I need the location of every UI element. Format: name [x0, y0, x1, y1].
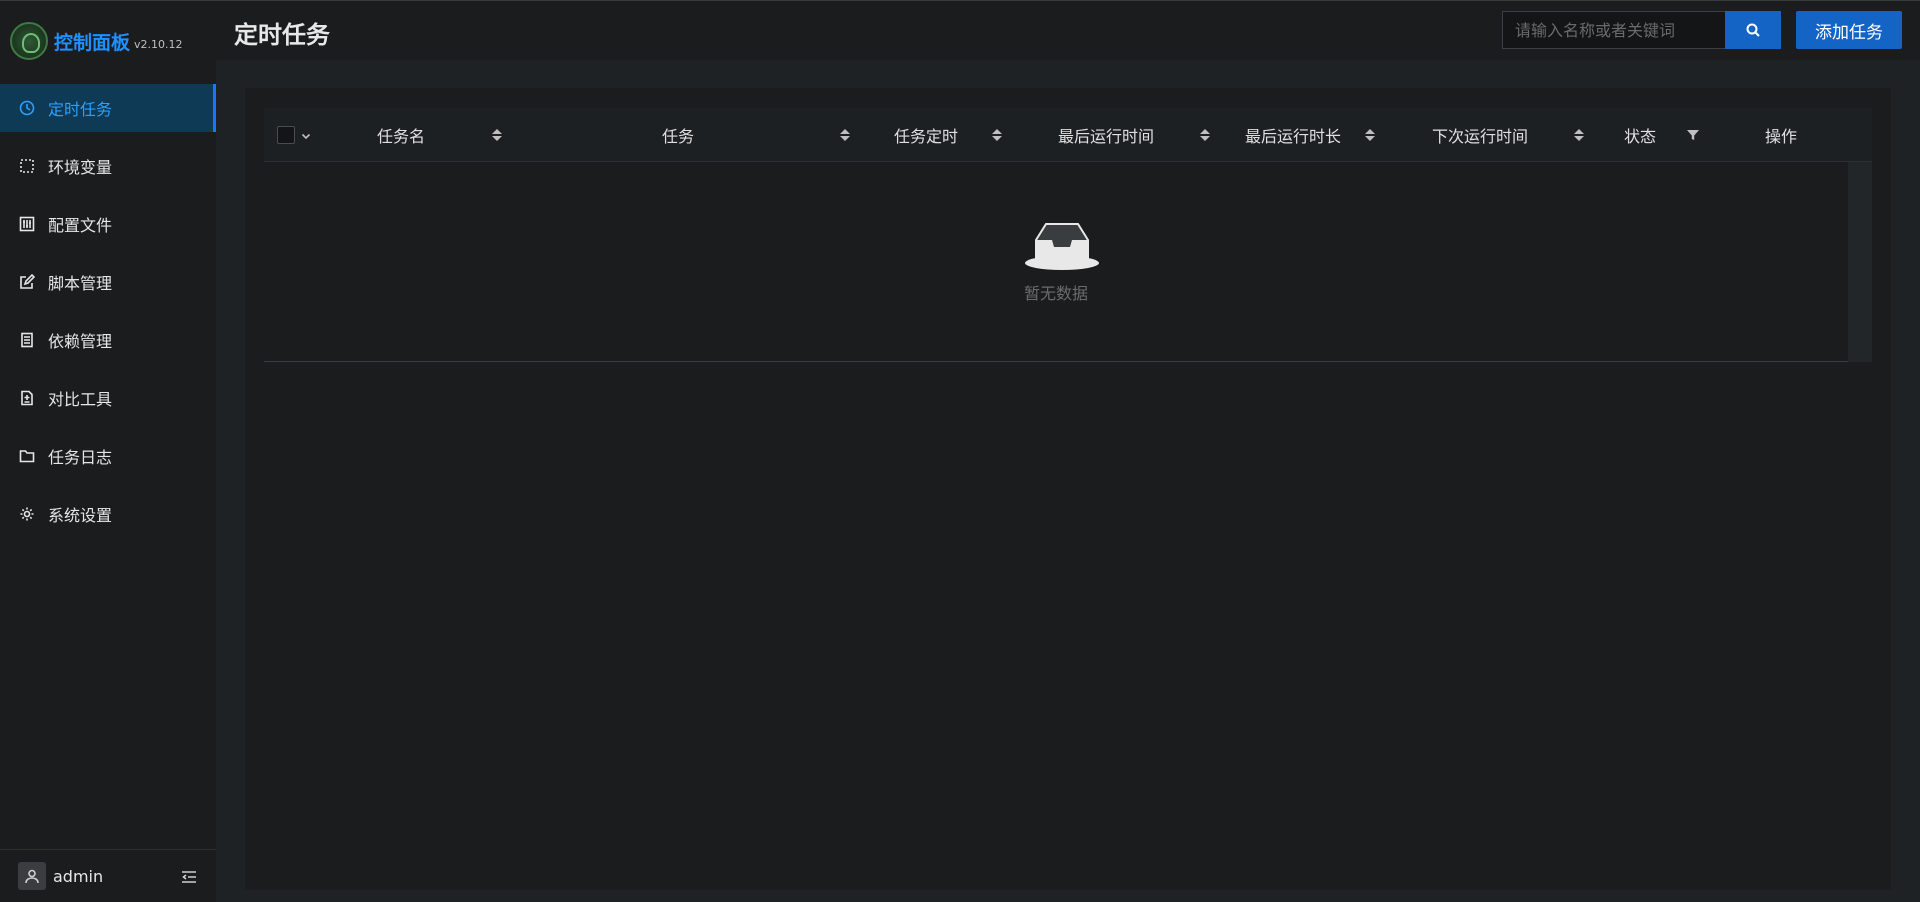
sidebar-item-settings[interactable]: 系统设置: [0, 490, 216, 538]
page-header: 定时任务 添加任务: [216, 0, 1920, 60]
sort-icon[interactable]: [1200, 108, 1210, 162]
sidebar-item-label: 依赖管理: [48, 332, 113, 351]
scrollbar[interactable]: [1848, 162, 1872, 362]
column-label: 最后运行时长: [1245, 127, 1342, 146]
column-label: 下次运行时间: [1432, 127, 1529, 146]
search-input[interactable]: [1503, 12, 1723, 48]
diff-icon: [18, 389, 36, 407]
edit-icon: [18, 273, 36, 291]
sliders-icon: [18, 215, 36, 233]
empty-box-icon: [1025, 223, 1099, 270]
search-button[interactable]: [1725, 11, 1781, 49]
logo-icon: [10, 22, 48, 60]
sort-icon[interactable]: [992, 108, 1002, 162]
app-title: 控制面板: [54, 31, 131, 54]
sidebar-item-env[interactable]: 环境变量: [0, 142, 216, 190]
sidebar-item-label: 配置文件: [48, 216, 113, 235]
table-header: 任务名 任务 任务定时 最后运行时间 最后运行时长 下次运行时间 状态 操作: [264, 108, 1872, 162]
user-bar: admin: [0, 849, 216, 902]
folder-icon: [18, 447, 36, 465]
add-task-button[interactable]: 添加任务: [1796, 11, 1902, 49]
sidebar: 控制面板 v2.10.12 定时任务 环境变量 配置文件 脚本管理 依赖管理 对…: [0, 0, 216, 902]
username[interactable]: admin: [53, 867, 103, 886]
sort-icon[interactable]: [1574, 108, 1584, 162]
app-logo[interactable]: 控制面板 v2.10.12: [10, 21, 183, 61]
menu-fold-icon[interactable]: [180, 868, 198, 886]
column-header-next-run[interactable]: 下次运行时间: [1432, 108, 1528, 162]
column-label: 任务名: [377, 127, 426, 146]
sidebar-item-diff[interactable]: 对比工具: [0, 374, 216, 422]
task-table: 任务名 任务 任务定时 最后运行时间 最后运行时长 下次运行时间 状态 操作 暂…: [264, 108, 1872, 362]
select-all[interactable]: [277, 108, 311, 162]
sidebar-menu: 定时任务 环境变量 配置文件 脚本管理 依赖管理 对比工具 任务日志 系统设置: [0, 84, 216, 548]
column-header-schedule[interactable]: 任务定时: [894, 108, 958, 162]
sidebar-item-label: 定时任务: [48, 100, 113, 119]
column-label: 任务: [662, 127, 695, 146]
empty-state: 暂无数据: [264, 162, 1848, 362]
column-label: 任务定时: [894, 127, 959, 146]
sidebar-item-label: 对比工具: [48, 390, 113, 409]
search-box: [1502, 11, 1728, 49]
table-body: 暂无数据: [264, 162, 1872, 362]
column-header-name[interactable]: 任务名: [377, 108, 425, 162]
column-header-last-run[interactable]: 最后运行时间: [1058, 108, 1154, 162]
avatar[interactable]: [18, 862, 46, 890]
gear-icon: [18, 505, 36, 523]
column-label: 最后运行时间: [1058, 127, 1155, 146]
empty-text: 暂无数据: [1023, 284, 1088, 303]
search-icon: [1746, 23, 1760, 37]
sidebar-item-label: 系统设置: [48, 506, 113, 525]
sidebar-item-label: 环境变量: [48, 158, 113, 177]
select-all-checkbox[interactable]: [277, 126, 295, 144]
filter-icon[interactable]: [1687, 108, 1699, 162]
app-version: v2.10.12: [134, 37, 183, 51]
book-icon: [18, 331, 36, 349]
user-icon: [25, 869, 39, 884]
sidebar-item-label: 任务日志: [48, 448, 113, 467]
sort-icon[interactable]: [1365, 108, 1375, 162]
content-panel: 任务名 任务 任务定时 最后运行时间 最后运行时长 下次运行时间 状态 操作 暂…: [245, 88, 1891, 890]
dashed-box-icon: [18, 157, 36, 175]
sidebar-item-config[interactable]: 配置文件: [0, 200, 216, 248]
chevron-down-icon[interactable]: [301, 126, 311, 145]
column-header-status[interactable]: 状态: [1624, 108, 1656, 162]
sort-icon[interactable]: [492, 108, 502, 162]
sort-icon[interactable]: [840, 108, 850, 162]
sidebar-item-scripts[interactable]: 脚本管理: [0, 258, 216, 306]
sidebar-item-cron[interactable]: 定时任务: [0, 84, 216, 132]
column-label: 状态: [1624, 127, 1657, 146]
column-header-command[interactable]: 任务: [662, 108, 694, 162]
sidebar-item-label: 脚本管理: [48, 274, 113, 293]
clock-icon: [18, 99, 36, 117]
column-header-actions: 操作: [1765, 108, 1797, 162]
sidebar-item-logs[interactable]: 任务日志: [0, 432, 216, 480]
column-header-last-duration[interactable]: 最后运行时长: [1245, 108, 1341, 162]
column-label: 操作: [1765, 127, 1798, 146]
sidebar-item-deps[interactable]: 依赖管理: [0, 316, 216, 364]
app-root: 控制面板 v2.10.12 定时任务 环境变量 配置文件 脚本管理 依赖管理 对…: [0, 0, 1920, 902]
page-title: 定时任务: [234, 21, 330, 49]
